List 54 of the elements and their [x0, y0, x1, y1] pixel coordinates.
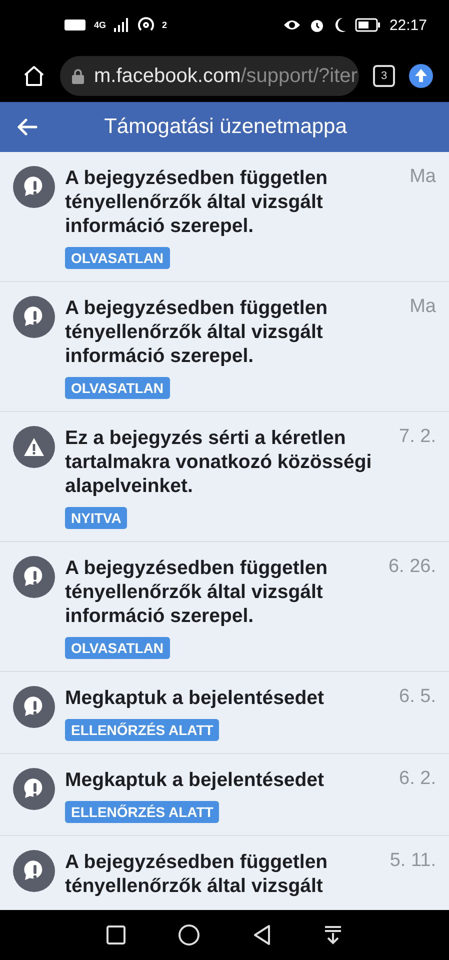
warning-icon: [13, 426, 55, 468]
upload-icon[interactable]: [409, 64, 433, 88]
alert-bubble-icon: [13, 556, 55, 598]
alert-bubble-icon: [13, 166, 55, 208]
alert-bubble-icon: [13, 296, 55, 338]
message-title: A bejegyzésedben független tényellenőrzők által vizsgált információ szerepel.: [65, 166, 329, 238]
message-date: 6. 2.: [399, 768, 436, 791]
message-title: Megkaptuk a bejelentésedet: [65, 686, 326, 710]
back-triangle-icon[interactable]: [252, 924, 271, 946]
message-title: A bejegyzésedben független tényellenőrzők által vizsgált: [65, 850, 329, 898]
home-circle-icon[interactable]: [178, 924, 200, 946]
alarm-icon: [309, 17, 326, 33]
status-badge: ELLENŐRZÉS ALATT: [65, 719, 220, 741]
tab-count-button[interactable]: 3: [373, 65, 395, 87]
alert-bubble-icon: [13, 768, 55, 810]
message-row[interactable]: Megkaptuk a bejelentésedet ELLENŐRZÉS ALATT 6. 2.: [0, 754, 449, 836]
network-type: 4G: [94, 20, 106, 30]
alert-bubble-icon: [13, 850, 55, 892]
message-row[interactable]: Ez a bejegyzés sérti a kéretlen tartalmakra vonatkozó közösségi alapelveinket. NYITVA 7. 2.: [0, 412, 449, 542]
message-title: A bejegyzésedben független tényellenőrzők által vizsgált információ szerepel.: [65, 296, 329, 368]
status-badge: OLVASATLAN: [65, 247, 170, 269]
alert-bubble-icon: [13, 686, 55, 728]
message-date: 6. 5.: [399, 686, 436, 709]
message-row[interactable]: A bejegyzésedben független tényellenőrzők által vizsgált információ szerepel. OLVASATLAN 6. 26.: [0, 542, 449, 672]
page-title: Támogatási üzenetmappa: [103, 115, 348, 139]
message-date: Ma: [410, 166, 436, 189]
message-date: 7. 2.: [399, 426, 436, 449]
hotspot-icon: [138, 17, 154, 33]
status-badge: OLVASATLAN: [65, 377, 170, 399]
message-date: 5. 11.: [390, 850, 436, 873]
moon-icon: [333, 17, 348, 33]
hotspot-count: 2: [162, 20, 168, 30]
message-date: Ma: [410, 296, 436, 319]
back-arrow-icon[interactable]: [16, 118, 38, 136]
message-title: A bejegyzésedben független tényellenőrzők által vizsgált információ szerepel.: [65, 556, 329, 628]
address-bar[interactable]: m.facebook.com/support/?iter: [60, 56, 359, 96]
collapse-icon[interactable]: [322, 925, 343, 945]
message-title: Megkaptuk a bejelentésedet: [65, 768, 326, 792]
lock-icon: [72, 68, 84, 84]
message-row[interactable]: Megkaptuk a bejelentésedet ELLENŐRZÉS ALATT 6. 5.: [0, 672, 449, 754]
status-badge: OLVASATLAN: [65, 637, 170, 659]
status-badge: ELLENŐRZÉS ALATT: [65, 801, 220, 823]
message-title: Ez a bejegyzés sérti a kéretlen tartalmakra vonatkozó közösségi alapelveinket.: [65, 426, 373, 498]
clock-time: 22:17: [389, 16, 427, 34]
recents-icon[interactable]: [106, 925, 126, 945]
signal-icon: [114, 18, 130, 32]
url-text: m.facebook.com/support/?iter: [94, 64, 358, 88]
message-row[interactable]: A bejegyzésedben független tényellenőrzők által vizsgált információ szerepel. OLVASATLAN Ma: [0, 282, 449, 412]
status-badge: NYITVA: [65, 507, 128, 529]
home-icon[interactable]: [22, 64, 46, 88]
message-date: 6. 26.: [388, 556, 436, 579]
message-row[interactable]: A bejegyzésedben független tényellenőrzők által vizsgált információ szerepel. OLVASATLAN Ma: [0, 152, 449, 282]
battery-icon: [355, 18, 382, 32]
eye-icon: [283, 19, 302, 31]
